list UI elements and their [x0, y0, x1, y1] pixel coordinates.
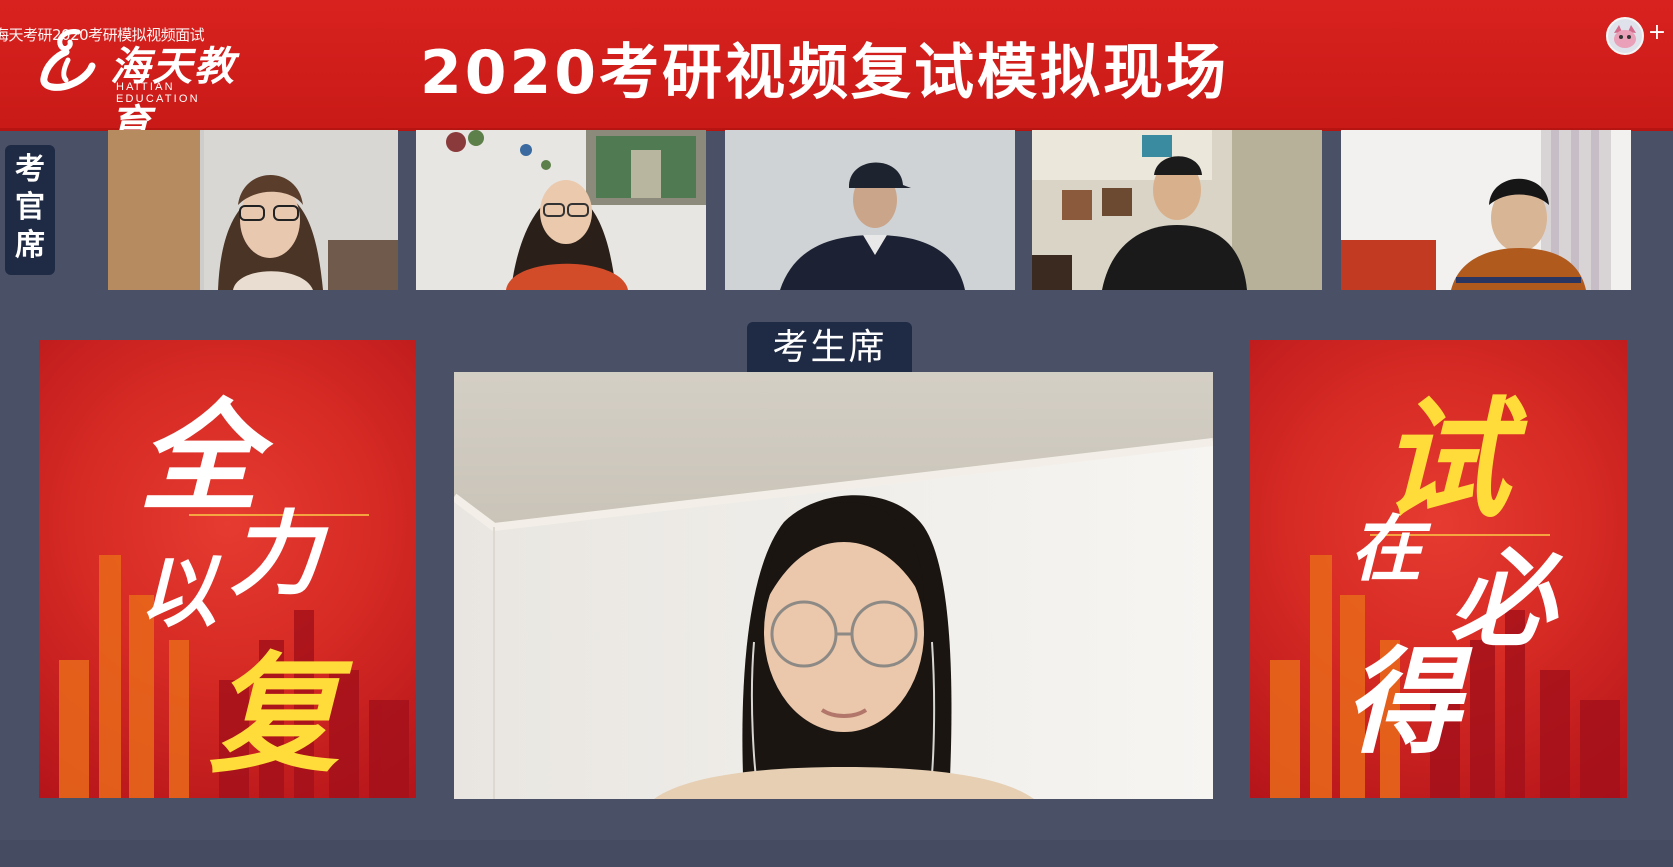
poster-char: 以 — [139, 547, 218, 638]
brand-subtitle: HAITIAN EDUCATION — [116, 81, 200, 105]
examiner-label-char: 考 — [15, 152, 45, 187]
examiner-video-1[interactable] — [108, 130, 398, 290]
avatar-button[interactable] — [1606, 17, 1644, 55]
motivation-poster-right: 试 在 必 得 — [1250, 340, 1627, 798]
bottom-toolbar-area — [0, 840, 1673, 867]
video-frame — [416, 130, 706, 290]
header-bar: 海天考研2020考研模拟视频面试 海天教育 HAITIAN EDUCATION … — [0, 0, 1673, 148]
examiner-video-5[interactable] — [1341, 130, 1631, 290]
video-frame — [454, 372, 1213, 799]
video-frame — [1341, 130, 1631, 290]
video-frame — [1032, 130, 1322, 290]
video-frame — [108, 130, 398, 290]
poster-char: 力 — [229, 500, 322, 608]
haitian-logo-icon — [40, 29, 96, 91]
plus-icon[interactable]: + — [1645, 18, 1669, 48]
motivation-poster-left: 全 力 以 复 — [39, 340, 416, 798]
examiner-label-char: 官 — [15, 190, 45, 225]
avatar-icon — [1608, 19, 1642, 53]
video-frame — [725, 130, 1015, 290]
examiner-seat-label: 考 官 席 — [5, 145, 55, 275]
page-title: 2020考研视频复试模拟现场 — [420, 38, 1229, 108]
poster-char: 得 — [1345, 635, 1460, 770]
poster-char: 必 — [1450, 537, 1556, 661]
poster-char: 在 — [1350, 506, 1423, 591]
examiner-video-3[interactable] — [725, 130, 1015, 290]
poster-char: 复 — [209, 638, 340, 791]
candidate-seat-label: 考生席 — [747, 322, 912, 372]
candidate-video[interactable] — [454, 372, 1213, 799]
brand-logo: 海天教育 HAITIAN EDUCATION — [38, 26, 253, 148]
examiner-video-2[interactable] — [416, 130, 706, 290]
examiner-label-char: 席 — [15, 228, 45, 263]
examiner-video-4[interactable] — [1032, 130, 1322, 290]
